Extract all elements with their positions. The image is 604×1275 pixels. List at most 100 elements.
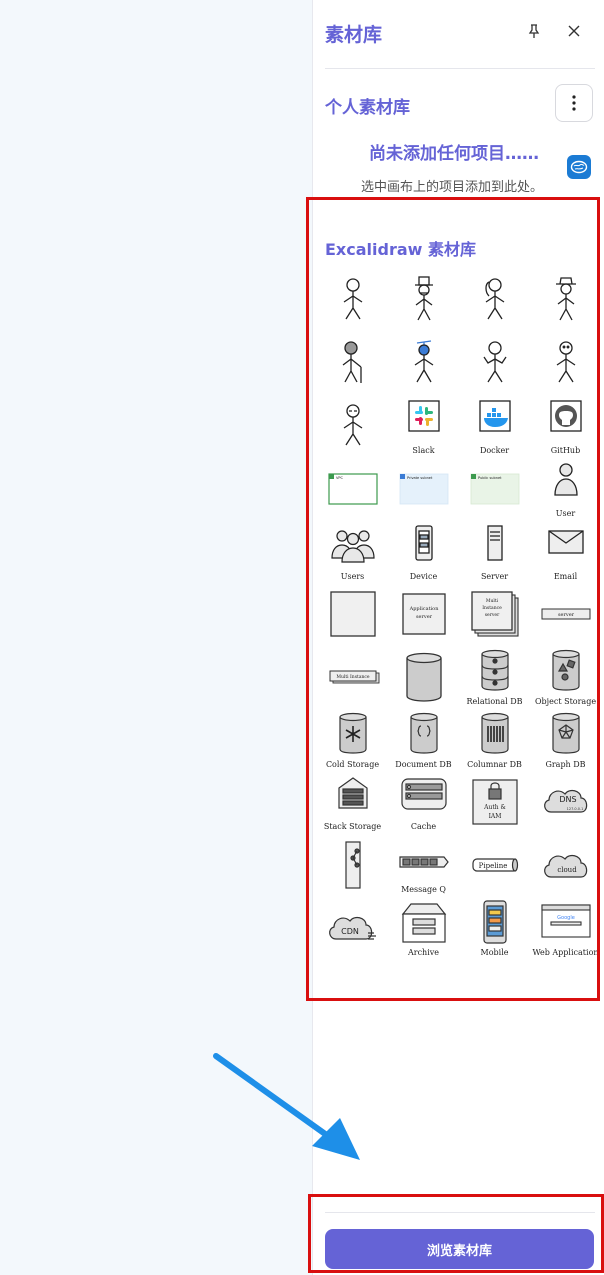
library-item[interactable]: DNS 127.0.0.1 <box>530 772 601 835</box>
stick-figure-cane-icon <box>342 341 362 384</box>
library-item[interactable]: Graph DB <box>530 709 601 772</box>
vpc-label: VPC <box>336 476 344 480</box>
multi-instance-bar-label: Multi Instance <box>336 674 370 680</box>
multi-instance-bar-icon: Multi Instance <box>329 670 379 684</box>
library-item[interactable] <box>388 333 459 396</box>
empty-library-title: 尚未添加任何项目…… <box>369 144 539 164</box>
library-item-label: Users <box>340 571 365 581</box>
library-item[interactable] <box>388 646 459 709</box>
library-item[interactable]: User <box>530 458 601 521</box>
header-divider <box>325 68 595 69</box>
library-item-label: User <box>555 508 576 518</box>
library-item[interactable]: Server <box>459 521 530 584</box>
pin-button[interactable] <box>521 18 547 44</box>
library-item[interactable]: Application server <box>388 583 459 646</box>
library-item-label: Message Q <box>401 885 446 895</box>
footer-divider <box>325 1212 595 1213</box>
public-subnet-label: Public subnet <box>478 476 502 480</box>
stick-figure-curly-icon <box>556 341 575 383</box>
web-application-icon: Google <box>540 904 591 938</box>
user-icon <box>553 463 578 496</box>
library-item[interactable] <box>317 395 388 458</box>
library-item[interactable]: CDN <box>317 897 388 960</box>
library-panel-title: 素材库 <box>325 24 383 46</box>
stick-figure-shrug-icon <box>482 341 507 383</box>
slack-logo-icon <box>407 400 440 432</box>
close-button[interactable] <box>561 18 587 44</box>
library-item[interactable]: Document DB <box>388 709 459 772</box>
pipeline-text: Pipeline <box>478 862 507 870</box>
annotation-arrow-icon <box>213 1053 360 1160</box>
library-item[interactable] <box>530 270 601 333</box>
library-item-label: Cold Storage <box>325 759 380 769</box>
library-item[interactable]: server <box>530 583 601 646</box>
library-item[interactable] <box>388 270 459 333</box>
library-item[interactable] <box>459 270 530 333</box>
library-item-label: Device <box>409 571 438 581</box>
google-text: Google <box>557 915 575 921</box>
library-item[interactable]: Pipeline <box>459 834 530 897</box>
library-item[interactable]: Object Storage <box>530 646 601 709</box>
stick-figure-propeller-icon <box>414 340 433 383</box>
library-item[interactable]: Multi Instance <box>317 646 388 709</box>
application-server-icon: Application server <box>401 593 446 635</box>
more-options-button[interactable] <box>555 84 593 122</box>
library-item[interactable]: Archive <box>388 897 459 960</box>
library-item[interactable]: cloud <box>530 834 601 897</box>
library-item-label: Object Storage <box>534 696 597 706</box>
library-item[interactable]: GitHub <box>530 395 601 458</box>
library-item[interactable]: Relational DB <box>459 646 530 709</box>
library-item[interactable] <box>317 270 388 333</box>
library-item[interactable]: Public subnet <box>459 458 530 521</box>
archive-icon <box>401 903 446 943</box>
email-icon <box>547 529 584 554</box>
library-item-label: Columnar DB <box>467 759 522 769</box>
library-item[interactable]: Auth & IAM <box>459 772 530 835</box>
library-item[interactable]: Users <box>317 521 388 584</box>
library-item[interactable]: Docker <box>459 395 530 458</box>
library-item[interactable]: Cache <box>388 772 459 835</box>
dns-icon: DNS 127.0.0.1 <box>543 789 587 813</box>
library-item[interactable]: Slack <box>388 395 459 458</box>
stack-storage-icon <box>337 777 368 809</box>
library-item[interactable] <box>317 834 388 897</box>
library-grid: Slack Docker GitHub VPC Private subnet P… <box>317 270 601 960</box>
library-item[interactable]: Device <box>388 521 459 584</box>
private-subnet-label: Private subnet <box>407 476 433 480</box>
library-item[interactable]: Google Web Application <box>530 897 601 960</box>
library-item[interactable]: Multi Instance server <box>459 583 530 646</box>
stick-figure-fedora-icon <box>555 277 576 321</box>
library-item-label: Document DB <box>395 759 452 769</box>
cloud-text: cloud <box>557 866 577 874</box>
object-storage-icon <box>551 649 580 691</box>
library-item-label: Email <box>553 571 578 581</box>
library-item[interactable]: Cold Storage <box>317 709 388 772</box>
stick-figure-icon <box>343 278 362 320</box>
library-item[interactable] <box>317 333 388 396</box>
device-icon <box>414 524 433 561</box>
library-item-label: Graph DB <box>545 759 586 769</box>
auth-iam-icon: Auth & IAM <box>471 779 518 825</box>
library-item[interactable]: Email <box>530 521 601 584</box>
library-item[interactable]: Stack Storage <box>317 772 388 835</box>
library-item-label: Cache <box>410 822 437 832</box>
library-item[interactable]: Message Q <box>388 834 459 897</box>
dns-text: DNS <box>559 795 576 804</box>
library-item[interactable] <box>317 583 388 646</box>
stick-figure-ponytail-icon <box>484 278 504 320</box>
server-text: server <box>415 614 432 620</box>
library-item[interactable]: Private subnet <box>388 458 459 521</box>
extension-badge[interactable] <box>567 155 591 179</box>
library-item[interactable] <box>530 333 601 396</box>
library-item[interactable]: Mobile <box>459 897 530 960</box>
cache-icon <box>400 778 447 810</box>
library-item[interactable] <box>459 333 530 396</box>
browse-library-button[interactable]: 浏览素材库 <box>325 1229 594 1269</box>
more-vertical-icon <box>572 95 576 111</box>
library-item[interactable]: Columnar DB <box>459 709 530 772</box>
cold-storage-icon <box>338 712 367 754</box>
library-item-label: Archive <box>407 947 440 957</box>
library-item[interactable]: VPC <box>317 458 388 521</box>
cdn-icon: CDN <box>328 917 376 940</box>
public-subnet-box-icon: Public subnet <box>470 474 519 505</box>
